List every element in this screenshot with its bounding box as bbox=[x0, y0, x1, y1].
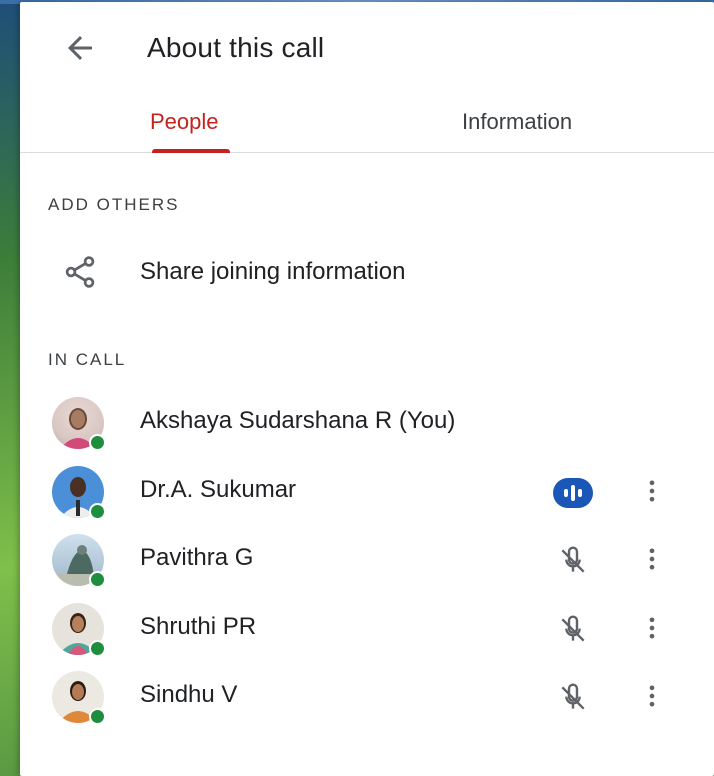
more-options-button[interactable] bbox=[632, 608, 672, 648]
tab-people[interactable]: People bbox=[150, 92, 219, 152]
more-vert-icon bbox=[649, 548, 655, 570]
avatar bbox=[52, 397, 106, 451]
back-button[interactable] bbox=[62, 30, 98, 66]
mic-off-icon bbox=[561, 546, 585, 573]
mic-off-icon bbox=[561, 615, 585, 642]
participant-name: Akshaya Sudarshana R (You) bbox=[140, 407, 456, 434]
online-indicator bbox=[89, 640, 106, 657]
page-title: About this call bbox=[147, 32, 325, 63]
more-vert-icon bbox=[649, 480, 655, 502]
online-indicator bbox=[89, 708, 106, 725]
participant-name: Dr.A. Sukumar bbox=[140, 476, 297, 503]
participant-row[interactable]: Shruthi PR bbox=[40, 598, 714, 658]
participant-row[interactable]: Pavithra G bbox=[40, 529, 714, 589]
participant-name: Pavithra G bbox=[140, 544, 254, 571]
muted-indicator bbox=[553, 541, 593, 581]
more-options-button[interactable] bbox=[632, 471, 672, 511]
muted-indicator bbox=[553, 610, 593, 650]
share-joining-info-button[interactable]: Share joining information bbox=[40, 246, 700, 298]
avatar bbox=[52, 603, 106, 657]
more-options-button[interactable] bbox=[632, 539, 672, 579]
more-options-button[interactable] bbox=[632, 676, 672, 716]
speaking-indicator bbox=[553, 473, 593, 513]
audio-level-icon bbox=[553, 478, 593, 508]
avatar bbox=[52, 534, 106, 588]
online-indicator bbox=[89, 503, 106, 520]
mic-off-icon bbox=[561, 683, 585, 710]
section-label-in-call: IN CALL bbox=[48, 350, 127, 369]
participant-name: Sindhu V bbox=[140, 681, 238, 708]
tab-information[interactable]: Information bbox=[462, 92, 572, 152]
about-call-panel: About this call People Information ADD O… bbox=[20, 2, 714, 776]
participant-row[interactable]: Dr.A. Sukumar bbox=[40, 461, 714, 521]
avatar bbox=[52, 466, 106, 520]
section-label-add-others: ADD OTHERS bbox=[48, 195, 180, 214]
arrow-left-icon bbox=[68, 36, 92, 60]
muted-indicator bbox=[553, 678, 593, 718]
participant-row[interactable]: Akshaya Sudarshana R (You) bbox=[40, 392, 714, 452]
avatar bbox=[52, 671, 106, 725]
panel-header: About this call bbox=[20, 2, 714, 92]
online-indicator bbox=[89, 434, 106, 451]
more-vert-icon bbox=[649, 685, 655, 707]
tab-bar: People Information bbox=[20, 92, 714, 153]
active-tab-indicator bbox=[152, 149, 230, 153]
share-icon bbox=[65, 256, 95, 288]
participant-name: Shruthi PR bbox=[140, 613, 257, 640]
participant-row[interactable]: Sindhu V bbox=[40, 666, 714, 726]
online-indicator bbox=[89, 571, 106, 588]
more-vert-icon bbox=[649, 617, 655, 639]
share-joining-info-label: Share joining information bbox=[140, 258, 406, 285]
